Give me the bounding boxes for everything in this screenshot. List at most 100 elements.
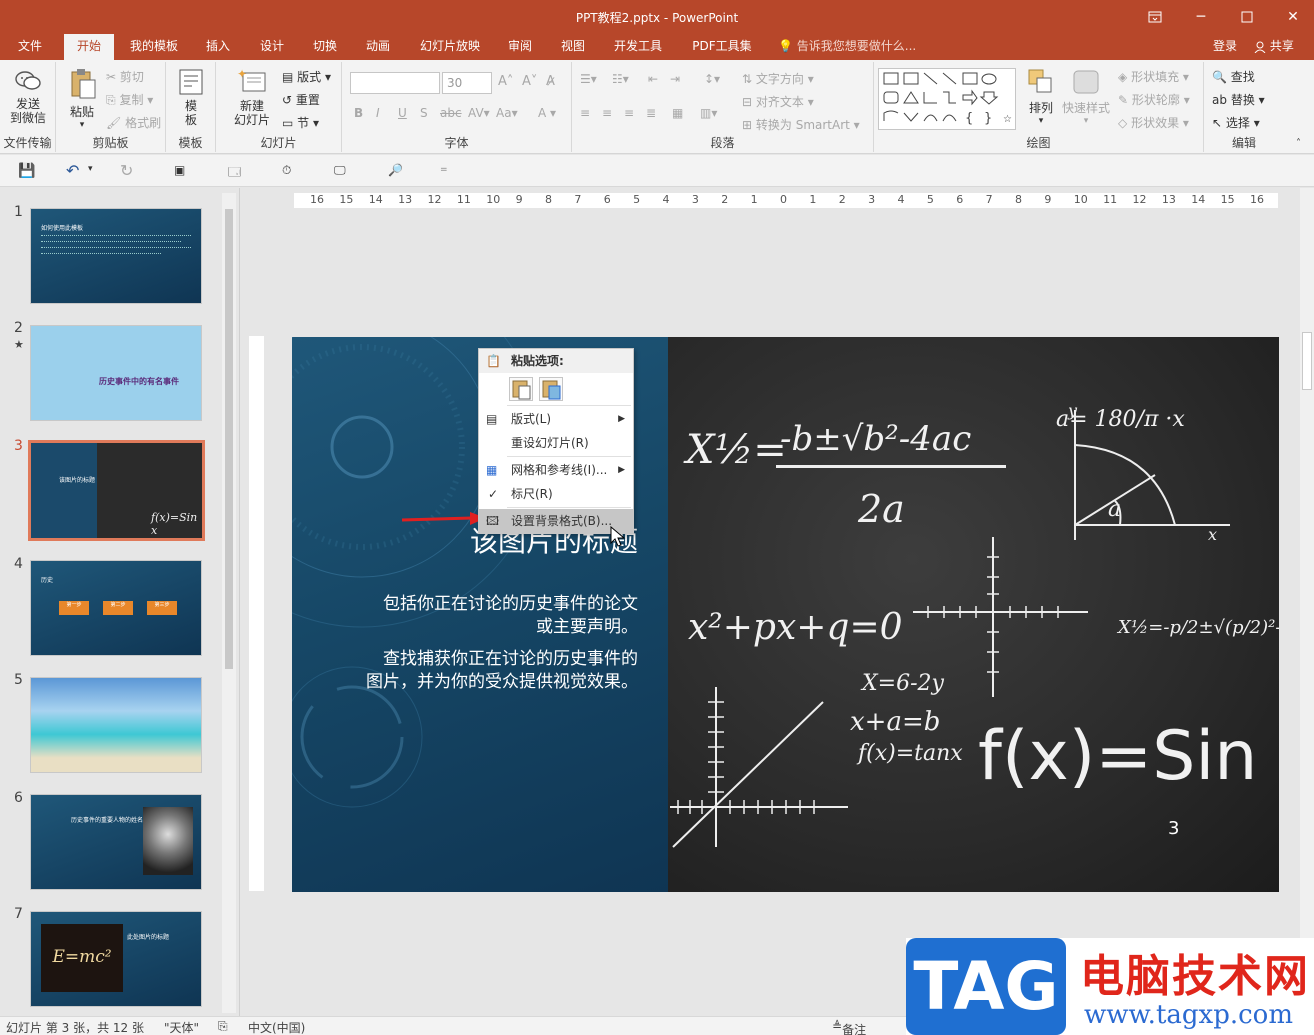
ribbon-display-options-button[interactable] — [1140, 6, 1170, 28]
align-right-button[interactable]: ≡ — [624, 106, 634, 120]
change-case-button[interactable]: Aa▾ — [496, 106, 518, 120]
editor-scrollbar-thumb[interactable] — [1302, 332, 1312, 390]
bullets-button[interactable]: ☰▾ — [580, 72, 597, 86]
font-size-input[interactable]: 30 — [442, 72, 492, 94]
columns-button[interactable]: ▥▾ — [700, 106, 717, 120]
tab-review[interactable]: 审阅 — [500, 34, 540, 60]
underline-button[interactable]: U — [398, 106, 407, 120]
thumbnail-slide-3[interactable]: 该图片的标题 f(x)=Sin x — [28, 440, 205, 541]
tab-animations[interactable]: 动画 — [358, 34, 398, 60]
increase-indent-button[interactable]: ⇥ — [670, 72, 680, 86]
chalkboard-image[interactable]: X½= -b±√b²-4ac 2a a= 180/π ·x a y x x²+p… — [668, 337, 1279, 892]
distributed-button[interactable]: ▦ — [672, 106, 683, 120]
align-center-button[interactable]: ≡ — [602, 106, 612, 120]
close-button[interactable]: ✕ — [1278, 6, 1308, 28]
cut-button[interactable]: ✂ 剪切 — [106, 68, 144, 85]
paste-button[interactable]: 粘贴 ▾ — [62, 68, 102, 130]
menu-item-layout[interactable]: ▤ 版式(L) ▶ — [479, 407, 633, 431]
shrink-font-button[interactable]: A˅ — [522, 74, 537, 89]
font-name-input[interactable] — [350, 72, 440, 94]
font-color-button[interactable]: A ▾ — [538, 106, 556, 120]
numbering-button[interactable]: ☷▾ — [612, 72, 629, 86]
notes-button[interactable]: ≜ 备注 — [832, 1019, 866, 1035]
tab-my-templates[interactable]: 我的模板 — [122, 34, 186, 60]
tab-developer[interactable]: 开发工具 — [606, 34, 670, 60]
shapes-gallery[interactable]: { } ☆ — [878, 68, 1016, 130]
decrease-indent-button[interactable]: ⇤ — [648, 72, 658, 86]
send-to-wechat-button[interactable]: 发送 到微信 — [4, 68, 52, 125]
replace-button[interactable]: ab 替换 ▾ — [1212, 91, 1265, 108]
clear-format-button[interactable]: A̷ — [546, 74, 555, 89]
bold-button[interactable]: B — [354, 106, 363, 120]
signin-link[interactable]: 登录 — [1213, 34, 1237, 58]
maximize-button[interactable] — [1232, 6, 1262, 28]
char-spacing-button[interactable]: AV▾ — [468, 106, 490, 120]
format-painter-button[interactable]: 🖌 格式刷 — [106, 114, 161, 131]
print-preview-icon[interactable]: 🔎 — [388, 163, 403, 177]
tell-me-box[interactable]: 💡 告诉我您想要做什么... — [778, 34, 916, 58]
italic-button[interactable]: I — [376, 106, 380, 120]
rehearse-icon[interactable]: ⏱ — [282, 163, 291, 178]
text-box-icon[interactable]: 🗔 — [228, 163, 241, 184]
shape-effects-button[interactable]: ◇ 形状效果 ▾ — [1118, 114, 1189, 131]
shadow-button[interactable]: S — [420, 106, 428, 120]
paste-as-picture-button[interactable] — [539, 377, 563, 401]
thumbnail-slide-6[interactable]: 历史事件的重要人物的姓名 — [30, 794, 202, 890]
reset-button[interactable]: ↺ 重置 — [282, 91, 320, 108]
text-direction-button[interactable]: ⇅ 文字方向 ▾ — [742, 70, 814, 87]
collapse-ribbon-button[interactable]: ˄ — [1296, 138, 1301, 149]
template-button[interactable]: 模 板 — [174, 68, 208, 127]
tab-file[interactable]: 文件 — [8, 34, 52, 60]
slide-body-2[interactable]: 查找捕获你正在讨论的历史事件的 图片，并为你的受众提供视觉效果。 — [332, 648, 638, 694]
align-text-button[interactable]: ⊟ 对齐文本 ▾ — [742, 93, 814, 110]
arrange-button[interactable]: 排列 ▾ — [1024, 68, 1058, 126]
layout-button[interactable]: ▤ 版式 ▾ — [282, 68, 331, 85]
thumbnail-slide-5[interactable] — [30, 677, 202, 773]
menu-item-grid-guides[interactable]: ▦ 网格和参考线(I)... ▶ — [479, 458, 633, 482]
paste-use-destination-theme-button[interactable] — [509, 377, 533, 401]
save-icon[interactable]: 💾 — [18, 163, 35, 179]
tab-pdf-tools[interactable]: PDF工具集 — [684, 34, 760, 60]
new-slide-button[interactable]: ✦ 新建 幻灯片 — [226, 67, 278, 127]
menu-item-reset-slide[interactable]: 重设幻灯片(R) — [479, 431, 633, 455]
editor-scrollbar[interactable] — [1300, 188, 1314, 1016]
slide-body-1[interactable]: 包括你正在讨论的历史事件的论文 或主要声明。 — [332, 593, 638, 639]
thumbnail-slide-2[interactable]: 历史事件中的有名事件 — [30, 325, 202, 421]
thumbnail-slide-7[interactable]: E=mc² 此处图片的标题 — [30, 911, 202, 1007]
thumbnail-scrollbar[interactable] — [222, 193, 236, 1013]
share-button[interactable]: 共享 — [1254, 34, 1294, 58]
find-button[interactable]: 🔍 查找 — [1212, 68, 1255, 85]
align-left-button[interactable]: ≡ — [580, 106, 590, 120]
section-button[interactable]: ▭ 节 ▾ — [282, 114, 319, 131]
scrollbar-thumb[interactable] — [225, 209, 233, 669]
language[interactable]: 中文(中国) — [248, 1019, 305, 1035]
slideshow-from-start-icon[interactable]: ▣ — [174, 163, 185, 177]
line-spacing-button[interactable]: ↕▾ — [704, 72, 720, 86]
select-button[interactable]: ↖ 选择 ▾ — [1212, 114, 1260, 131]
justify-button[interactable]: ≣ — [646, 106, 656, 120]
tab-view[interactable]: 视图 — [553, 34, 593, 60]
redo-icon[interactable]: ↻ — [120, 161, 133, 180]
tab-insert[interactable]: 插入 — [198, 34, 238, 60]
tab-transitions[interactable]: 切换 — [305, 34, 345, 60]
menu-item-ruler[interactable]: ✓ 标尺(R) — [479, 482, 633, 506]
tab-design[interactable]: 设计 — [252, 34, 292, 60]
shape-outline-button[interactable]: ✎ 形状轮廓 ▾ — [1118, 91, 1190, 108]
customize-qat-icon[interactable]: = — [440, 165, 448, 175]
thumbnail-slide-1[interactable]: 如何使用此模板 — [30, 208, 202, 304]
thumbnail-slide-4[interactable]: 历史 第一步 第二步 第三步 — [30, 560, 202, 656]
current-slide[interactable]: 该图片的标题 包括你正在讨论的历史事件的论文 或主要声明。 查找捕获你正在讨论的… — [292, 337, 1279, 892]
tab-home[interactable]: 开始 — [64, 34, 114, 60]
tab-slideshow[interactable]: 幻灯片放映 — [412, 34, 488, 60]
spellcheck-icon[interactable]: ⎘ — [218, 1019, 228, 1034]
minimize-button[interactable]: ─ — [1186, 6, 1216, 28]
undo-icon[interactable]: ↶ — [66, 161, 79, 180]
strikethrough-button[interactable]: abc — [440, 106, 462, 120]
shape-fill-button[interactable]: ◈ 形状填充 ▾ — [1118, 68, 1189, 85]
copy-button[interactable]: ⎘ 复制 ▾ — [106, 91, 153, 108]
undo-dropdown-icon[interactable]: ▾ — [88, 164, 93, 174]
convert-smartart-button[interactable]: ⊞ 转换为 SmartArt ▾ — [742, 116, 860, 133]
grow-font-button[interactable]: A˄ — [498, 74, 513, 89]
present-icon[interactable]: 🖵 — [334, 163, 346, 178]
quick-styles-button[interactable]: 快速样式 ▾ — [1060, 68, 1112, 126]
